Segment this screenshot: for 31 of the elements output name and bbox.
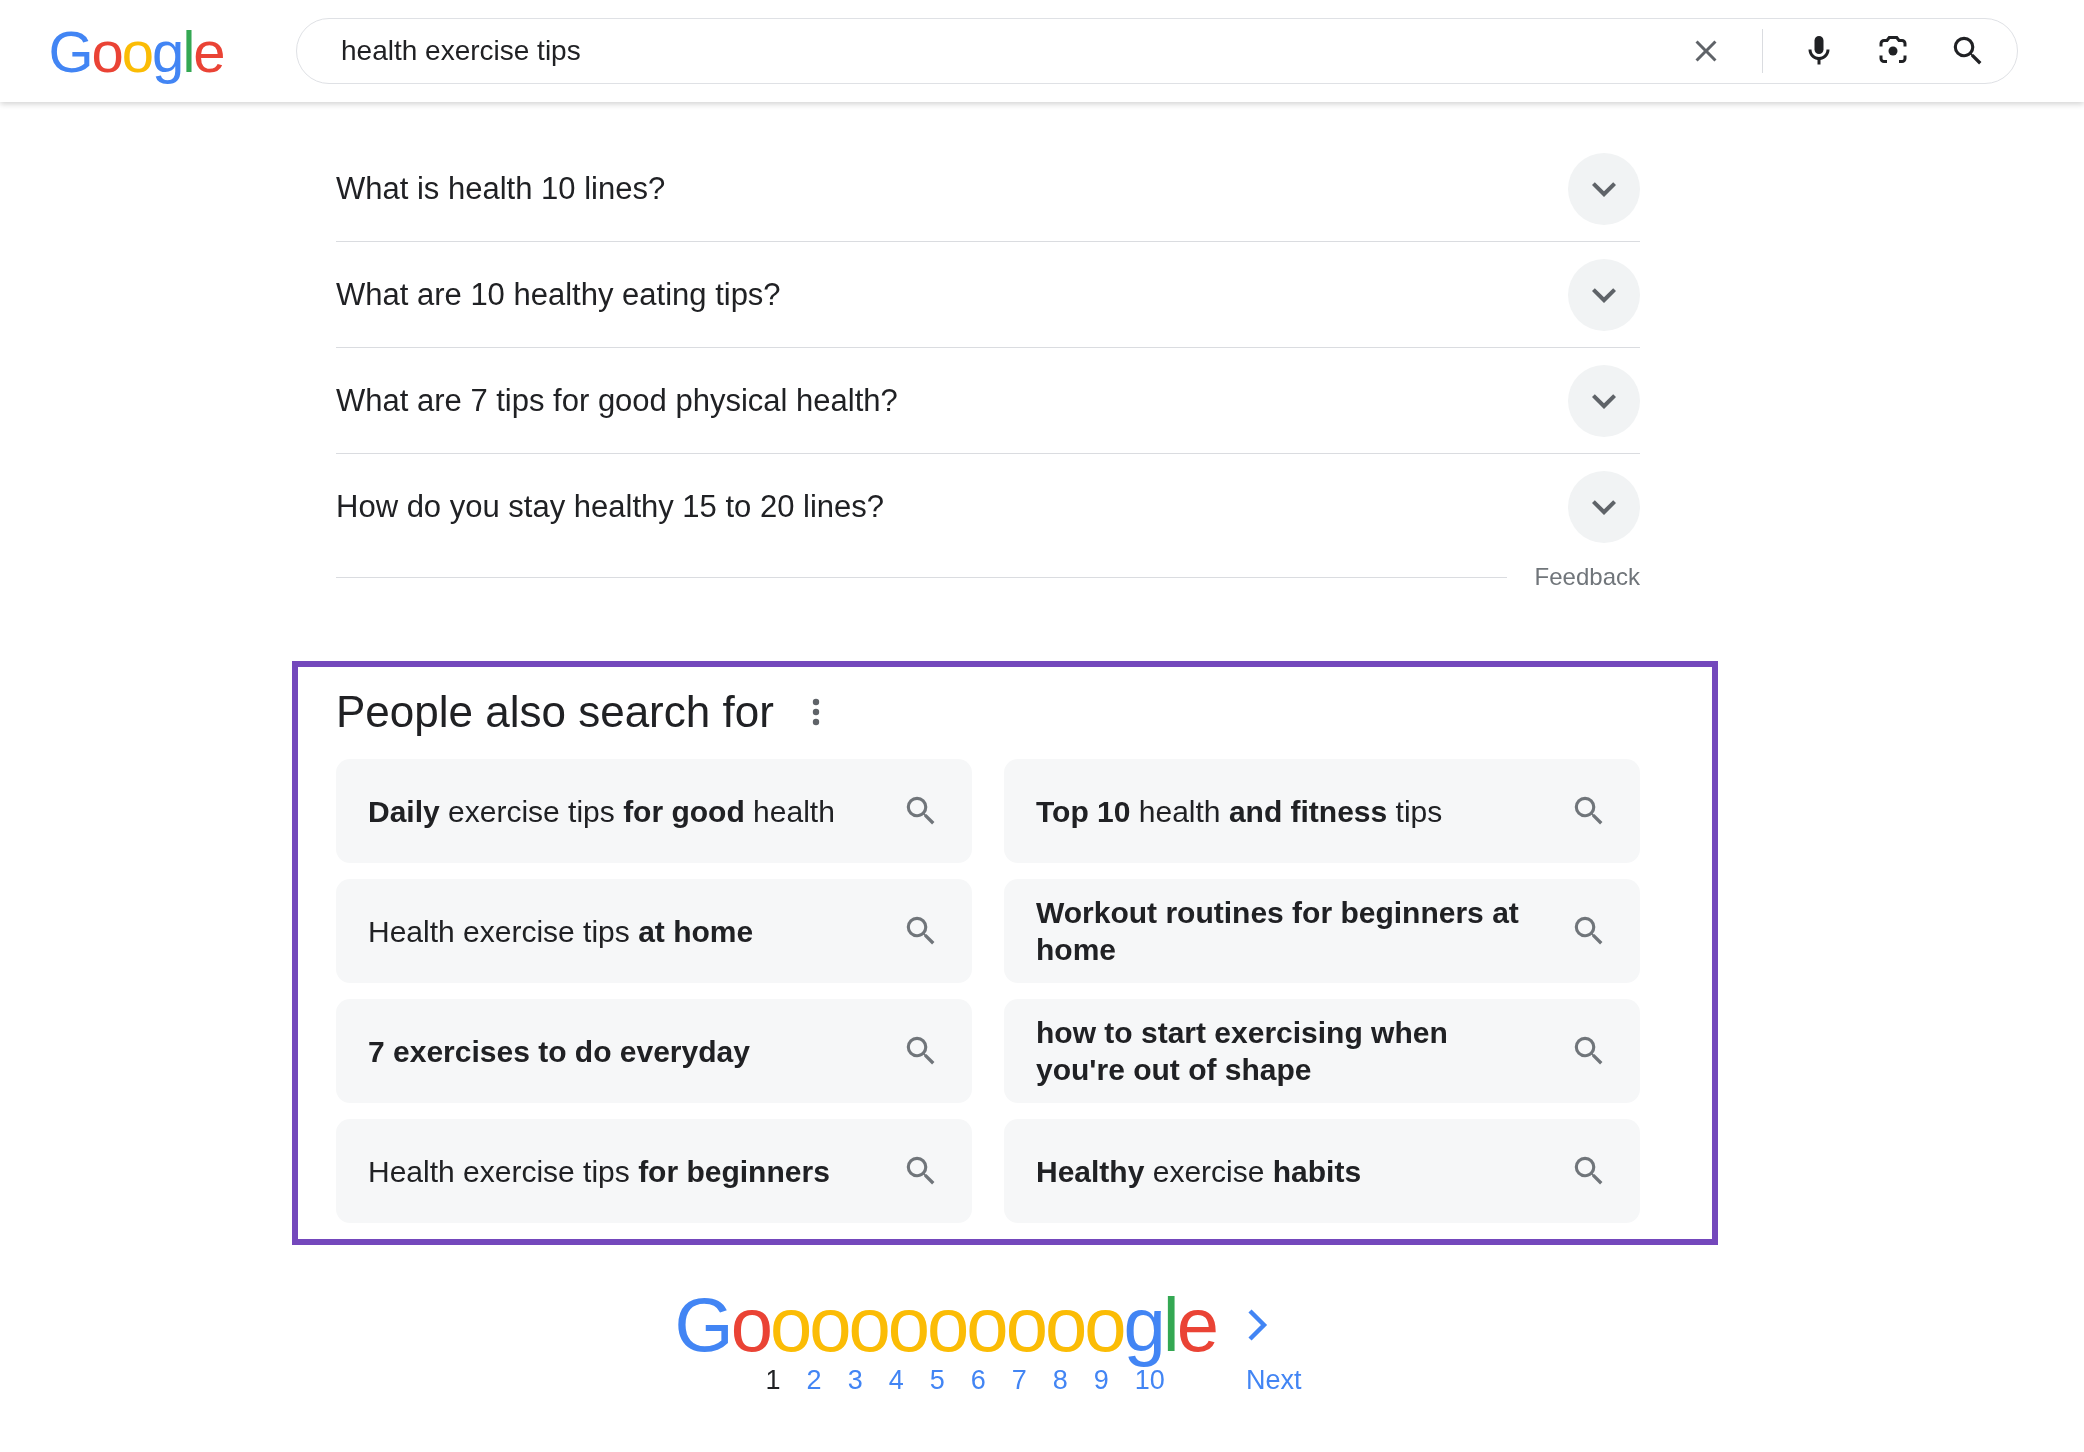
search-suggestion[interactable]: Top 10 health and fitness tips	[1004, 759, 1640, 863]
feedback-link[interactable]: Feedback	[1534, 563, 1640, 591]
search-suggestion[interactable]: how to start exercising when you're out of shape	[1004, 999, 1640, 1103]
page-link[interactable]: 7	[1011, 1365, 1027, 1396]
pagination-logo: Goooooooooogle	[674, 1285, 1216, 1365]
next-link[interactable]: Next	[1245, 1365, 1302, 1396]
chevron-down-icon	[1592, 392, 1616, 409]
search-input[interactable]: health exercise tips	[339, 34, 1688, 68]
chevron-down-icon	[1592, 286, 1616, 303]
search-suggestion[interactable]: Healthy exercise habits	[1004, 1119, 1640, 1223]
page-link[interactable]: 5	[929, 1365, 945, 1396]
section-title: People also search for	[336, 687, 774, 737]
search-suggestion[interactable]: Daily exercise tips for good health	[336, 759, 972, 863]
search-suggestion[interactable]: Health exercise tips for beginners	[336, 1119, 972, 1223]
question-text[interactable]: What are 7 tips for good physical health?	[336, 382, 898, 419]
question-text[interactable]: How do you stay healthy 15 to 20 lines?	[336, 488, 884, 525]
page-link[interactable]: 8	[1052, 1365, 1068, 1396]
question-text[interactable]: What are 10 healthy eating tips?	[336, 276, 781, 313]
page-link[interactable]: 3	[847, 1365, 863, 1396]
chevron-down-icon	[1592, 498, 1616, 515]
page-link[interactable]: 9	[1093, 1365, 1109, 1396]
chevron-down-icon	[1592, 180, 1616, 197]
search-suggestion[interactable]: Workout routines for beginners at home	[1004, 879, 1640, 983]
google-logo[interactable]: Google	[0, 17, 296, 85]
page-link[interactable]: 1	[765, 1365, 781, 1396]
page-link[interactable]: 4	[888, 1365, 904, 1396]
page-link[interactable]: 2	[806, 1365, 822, 1396]
search-suggestion[interactable]: Health exercise tips at home	[336, 879, 972, 983]
question-text[interactable]: What is health 10 lines?	[336, 170, 666, 207]
page-link[interactable]: 6	[970, 1365, 986, 1396]
search-suggestion[interactable]: 7 exercises to do everyday	[336, 999, 972, 1103]
